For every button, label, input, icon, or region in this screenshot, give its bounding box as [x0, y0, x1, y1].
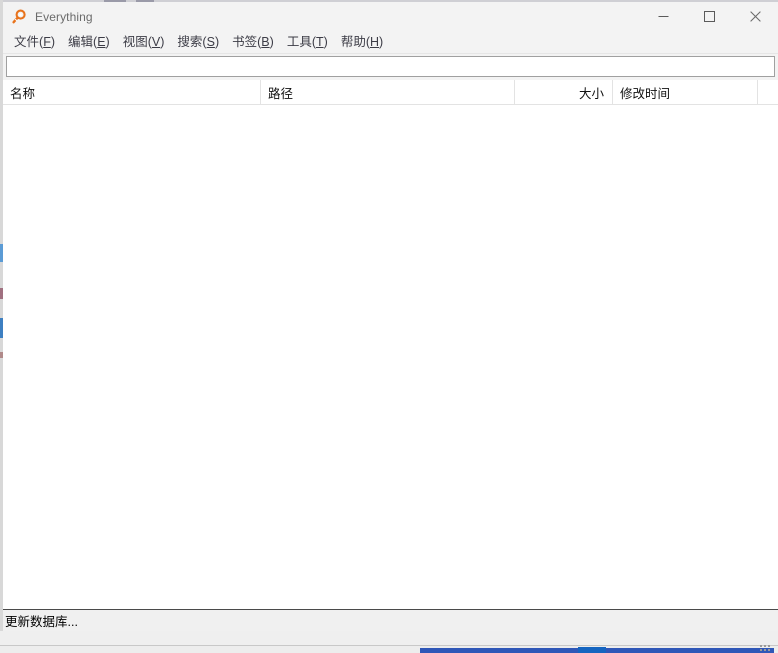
close-button[interactable]	[732, 2, 778, 31]
menu-item-view[interactable]: 视图(V)	[117, 32, 172, 52]
maximize-button[interactable]	[686, 2, 732, 31]
window-controls	[640, 2, 778, 31]
menu-accel: S	[206, 35, 215, 49]
results-column-header: 名称 路径 大小 修改时间	[3, 80, 778, 105]
search-input[interactable]	[6, 56, 775, 77]
results-list[interactable]	[3, 105, 778, 609]
background-window-bottom	[0, 645, 778, 653]
menu-accel: V	[151, 35, 161, 49]
menu-accel: T	[316, 35, 324, 49]
background-divider	[0, 645, 778, 646]
menu-label: 编辑	[68, 35, 94, 49]
everything-window: Everything 文件(F) 编辑(E) 视图(V) 搜索(S) 书签(B)…	[3, 2, 778, 631]
column-label: 大小	[578, 86, 604, 101]
desktop-background: Everything 文件(F) 编辑(E) 视图(V) 搜索(S) 书签(B)…	[0, 0, 778, 653]
menu-label: 工具	[286, 35, 312, 49]
menu-accel: F	[43, 35, 51, 49]
menu-item-search[interactable]: 搜索(S)	[171, 32, 226, 52]
background-dots	[760, 645, 774, 652]
column-header-path[interactable]: 路径	[260, 80, 514, 104]
column-header-filler	[757, 80, 778, 104]
search-bar	[3, 54, 778, 80]
background-taskbar-strip	[420, 648, 598, 653]
menu-label: 文件	[14, 35, 40, 49]
menu-item-file[interactable]: 文件(F)	[8, 32, 62, 52]
menu-item-tools[interactable]: 工具(T)	[281, 32, 335, 52]
status-message: 更新数据库...	[5, 615, 78, 629]
magnifier-icon	[11, 9, 27, 25]
column-label: 名称	[10, 86, 36, 101]
column-header-name[interactable]: 名称	[3, 80, 260, 104]
title-bar[interactable]: Everything	[3, 2, 778, 31]
window-title: Everything	[35, 9, 93, 24]
menu-accel: E	[97, 35, 106, 49]
column-label: 修改时间	[620, 86, 671, 101]
menu-item-bookmarks[interactable]: 书签(B)	[226, 32, 281, 52]
menu-item-help[interactable]: 帮助(H)	[335, 32, 390, 52]
status-bar: 更新数据库...	[3, 609, 778, 631]
menu-label: 书签	[232, 35, 258, 49]
minimize-button[interactable]	[640, 2, 686, 31]
column-header-size[interactable]: 大小	[514, 80, 612, 104]
menu-accel: H	[370, 35, 380, 49]
column-label: 路径	[268, 86, 294, 101]
menu-label: 帮助	[340, 35, 366, 49]
menu-item-edit[interactable]: 编辑(E)	[62, 32, 117, 52]
menu-accel: B	[261, 35, 270, 49]
menu-label: 搜索	[177, 35, 203, 49]
background-taskbar-strip	[606, 648, 774, 653]
menu-label: 视图	[122, 35, 148, 49]
column-header-date-modified[interactable]: 修改时间	[612, 80, 757, 104]
background-taskbar-highlight	[578, 647, 606, 653]
menu-bar: 文件(F) 编辑(E) 视图(V) 搜索(S) 书签(B) 工具(T) 帮助(H…	[3, 31, 778, 54]
